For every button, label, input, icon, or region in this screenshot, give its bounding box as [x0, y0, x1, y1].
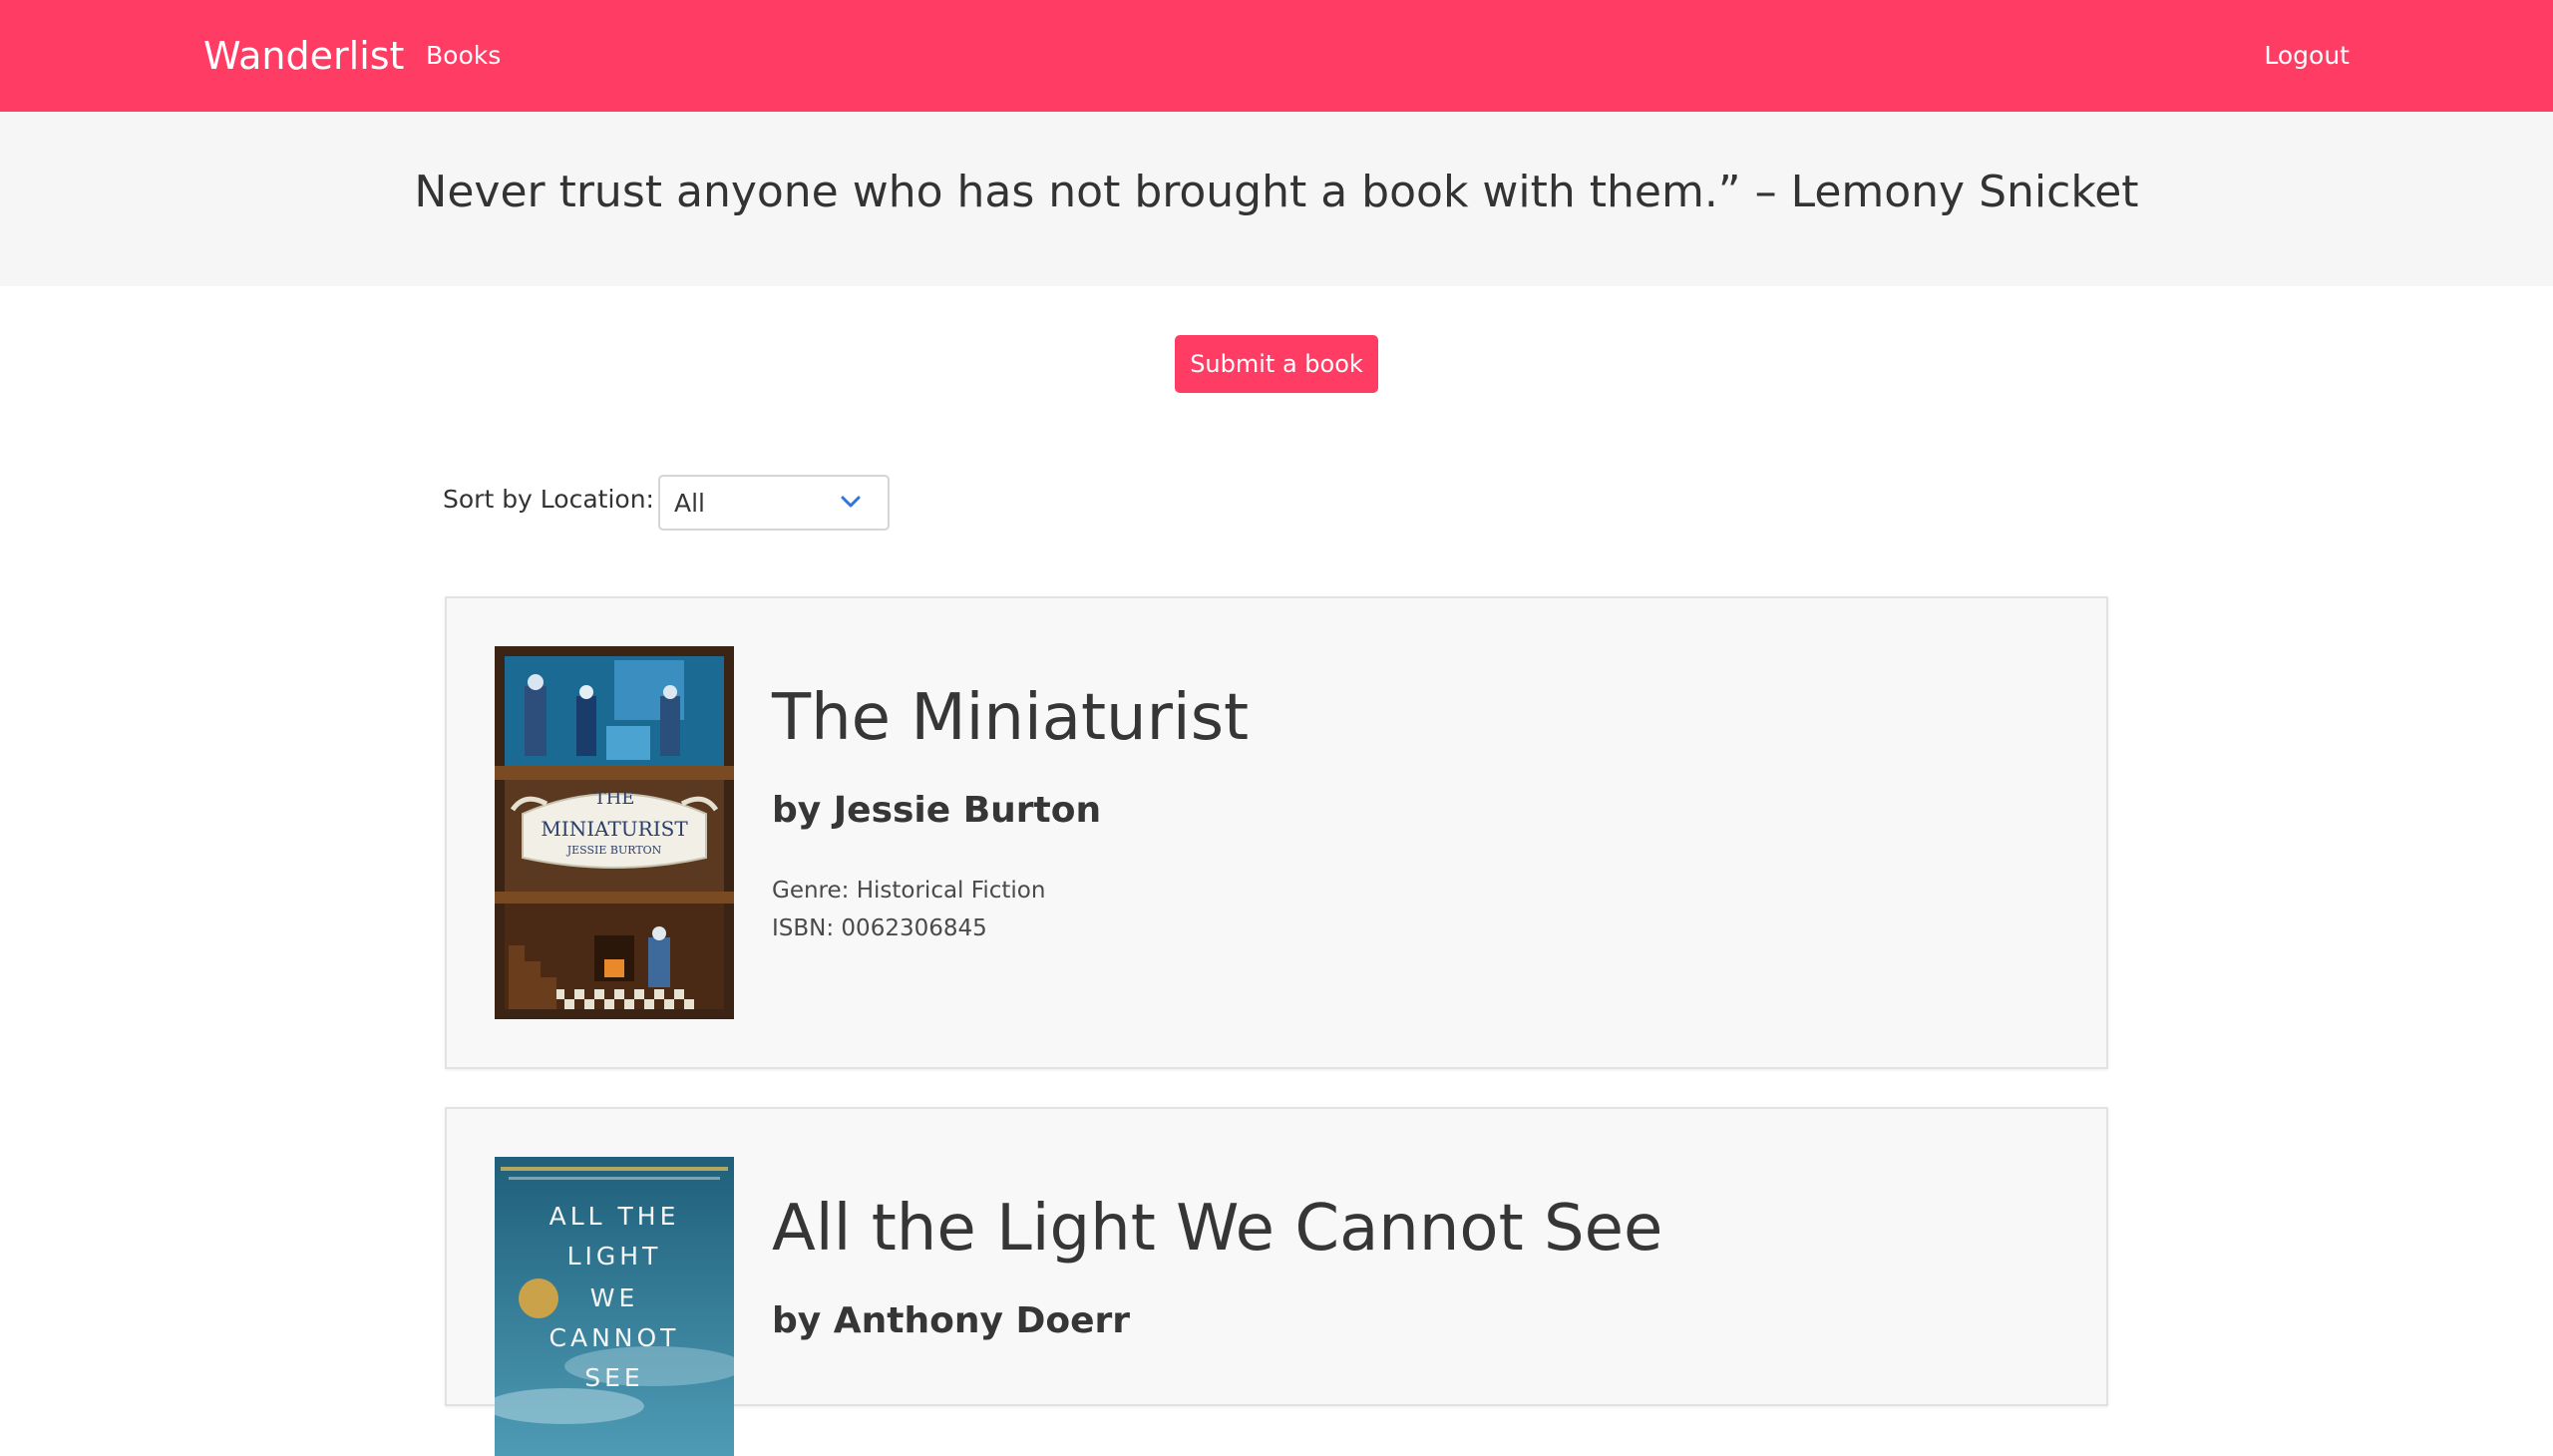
book-title[interactable]: The Miniaturist: [772, 678, 1249, 758]
book-genre: Genre: Historical Fiction: [772, 878, 1046, 904]
quote-text: Never trust anyone who has not brought a…: [414, 167, 2139, 217]
cover-title-line1: THE: [594, 788, 635, 809]
cover-title-line1: ALL THE: [549, 1202, 680, 1231]
cover-title-line2: MINIATURIST: [541, 817, 688, 841]
sort-by-location-label: Sort by Location:: [443, 485, 654, 514]
book-title[interactable]: All the Light We Cannot See: [772, 1189, 1662, 1269]
book-card: THE MINIATURIST JESSIE BURTON The Miniat…: [445, 596, 2108, 1069]
cover-author: JESSIE BURTON: [566, 844, 662, 857]
sort-by-location-select[interactable]: All: [658, 475, 890, 531]
cover-title-line5: SEE: [584, 1363, 643, 1392]
cover-title-line3: WE: [590, 1283, 639, 1312]
book-author: by Jessie Burton: [772, 790, 1102, 831]
brand-logo-link[interactable]: Wanderlist: [203, 30, 404, 82]
book-isbn: ISBN: 0062306845: [772, 915, 987, 941]
nav-logout-link[interactable]: Logout: [2264, 40, 2350, 72]
top-navbar: Wanderlist Books Logout: [0, 0, 2553, 112]
chevron-down-icon: [841, 496, 861, 508]
sort-selected-value: All: [674, 489, 705, 518]
nav-books-link[interactable]: Books: [426, 40, 501, 72]
book-cover-image: THE MINIATURIST JESSIE BURTON: [495, 646, 734, 1019]
book-card: ALL THE LIGHT WE CANNOT SEE All the Ligh…: [445, 1107, 2108, 1456]
cover-title-line2: LIGHT: [567, 1242, 662, 1271]
submit-book-button[interactable]: Submit a book: [1175, 335, 1378, 393]
quote-banner: Never trust anyone who has not brought a…: [0, 112, 2553, 286]
book-cover-image: ALL THE LIGHT WE CANNOT SEE: [495, 1157, 734, 1456]
book-author: by Anthony Doerr: [772, 1300, 1130, 1341]
cover-title-line4: CANNOT: [549, 1323, 680, 1352]
